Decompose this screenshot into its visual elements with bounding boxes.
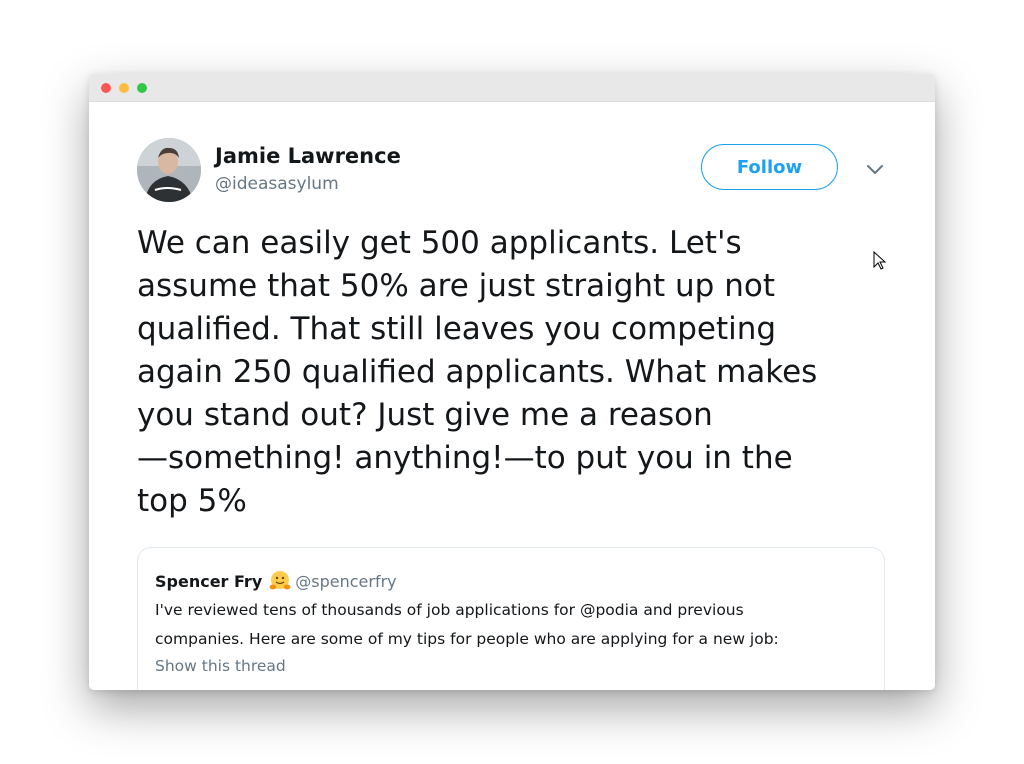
follow-button[interactable]: Follow — [701, 144, 838, 190]
quoted-author-handle: @spencerfry — [295, 571, 397, 591]
more-options-button[interactable] — [865, 162, 885, 176]
quoted-tweet-card[interactable]: Spencer Fry @spencerfry I've reviewed te… — [137, 547, 885, 690]
minimize-window-button[interactable] — [119, 83, 129, 93]
quoted-author-name: Spencer Fry — [155, 571, 263, 591]
show-thread-link[interactable]: Show this thread — [155, 655, 286, 677]
avatar[interactable] — [137, 138, 201, 202]
chevron-down-icon — [867, 165, 883, 174]
window-titlebar — [89, 74, 935, 102]
quoted-tweet-text: I've reviewed tens of thousands of job a… — [155, 601, 779, 648]
close-window-button[interactable] — [101, 83, 111, 93]
author-handle[interactable]: @ideasasylum — [215, 174, 339, 194]
browser-window: Jamie Lawrence @ideasasylum Follow We ca… — [89, 74, 935, 690]
tweet-text: We can easily get 500 applicants. Let's … — [137, 225, 818, 519]
maximize-window-button[interactable] — [137, 83, 147, 93]
quoted-tweet-header: Spencer Fry @spencerfry — [155, 570, 397, 592]
profile-photo-icon — [137, 138, 201, 202]
author-name[interactable]: Jamie Lawrence — [215, 144, 401, 168]
hugging-face-emoji-icon — [269, 570, 291, 592]
mouse-cursor-icon — [873, 250, 887, 271]
